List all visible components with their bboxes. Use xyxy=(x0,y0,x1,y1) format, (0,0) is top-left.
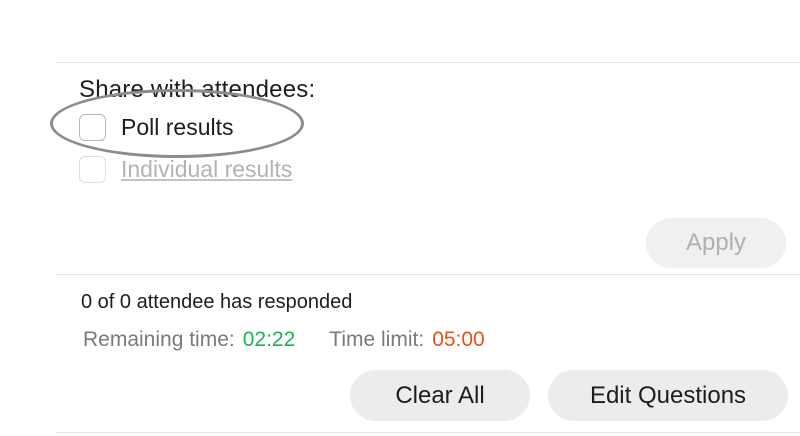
middle-divider xyxy=(56,274,800,275)
apply-button[interactable]: Apply xyxy=(646,218,786,268)
time-limit-label: Time limit: xyxy=(329,328,425,351)
individual-results-checkbox xyxy=(79,156,106,183)
bottom-divider xyxy=(56,432,800,433)
time-limit-value: 05:00 xyxy=(432,328,485,351)
poll-results-checkbox[interactable] xyxy=(79,114,106,141)
responded-count-text: 0 of 0 attendee has responded xyxy=(81,291,353,313)
top-divider xyxy=(56,62,800,63)
individual-results-option: Individual results xyxy=(79,156,292,183)
remaining-time-label: Remaining time: xyxy=(83,328,235,351)
poll-results-label[interactable]: Poll results xyxy=(121,114,233,141)
individual-results-label: Individual results xyxy=(121,156,293,182)
edit-questions-button[interactable]: Edit Questions xyxy=(548,370,788,421)
remaining-time-value: 02:22 xyxy=(242,328,296,351)
timer-row: Remaining time: 02:22 Time limit: 05:00 xyxy=(83,328,485,352)
share-with-attendees-heading: Share with attendees: xyxy=(79,76,316,103)
clear-all-button[interactable]: Clear All xyxy=(350,370,530,421)
poll-results-option[interactable]: Poll results xyxy=(79,114,233,141)
poll-results-panel: Share with attendees: Poll results Indiv… xyxy=(0,0,800,436)
